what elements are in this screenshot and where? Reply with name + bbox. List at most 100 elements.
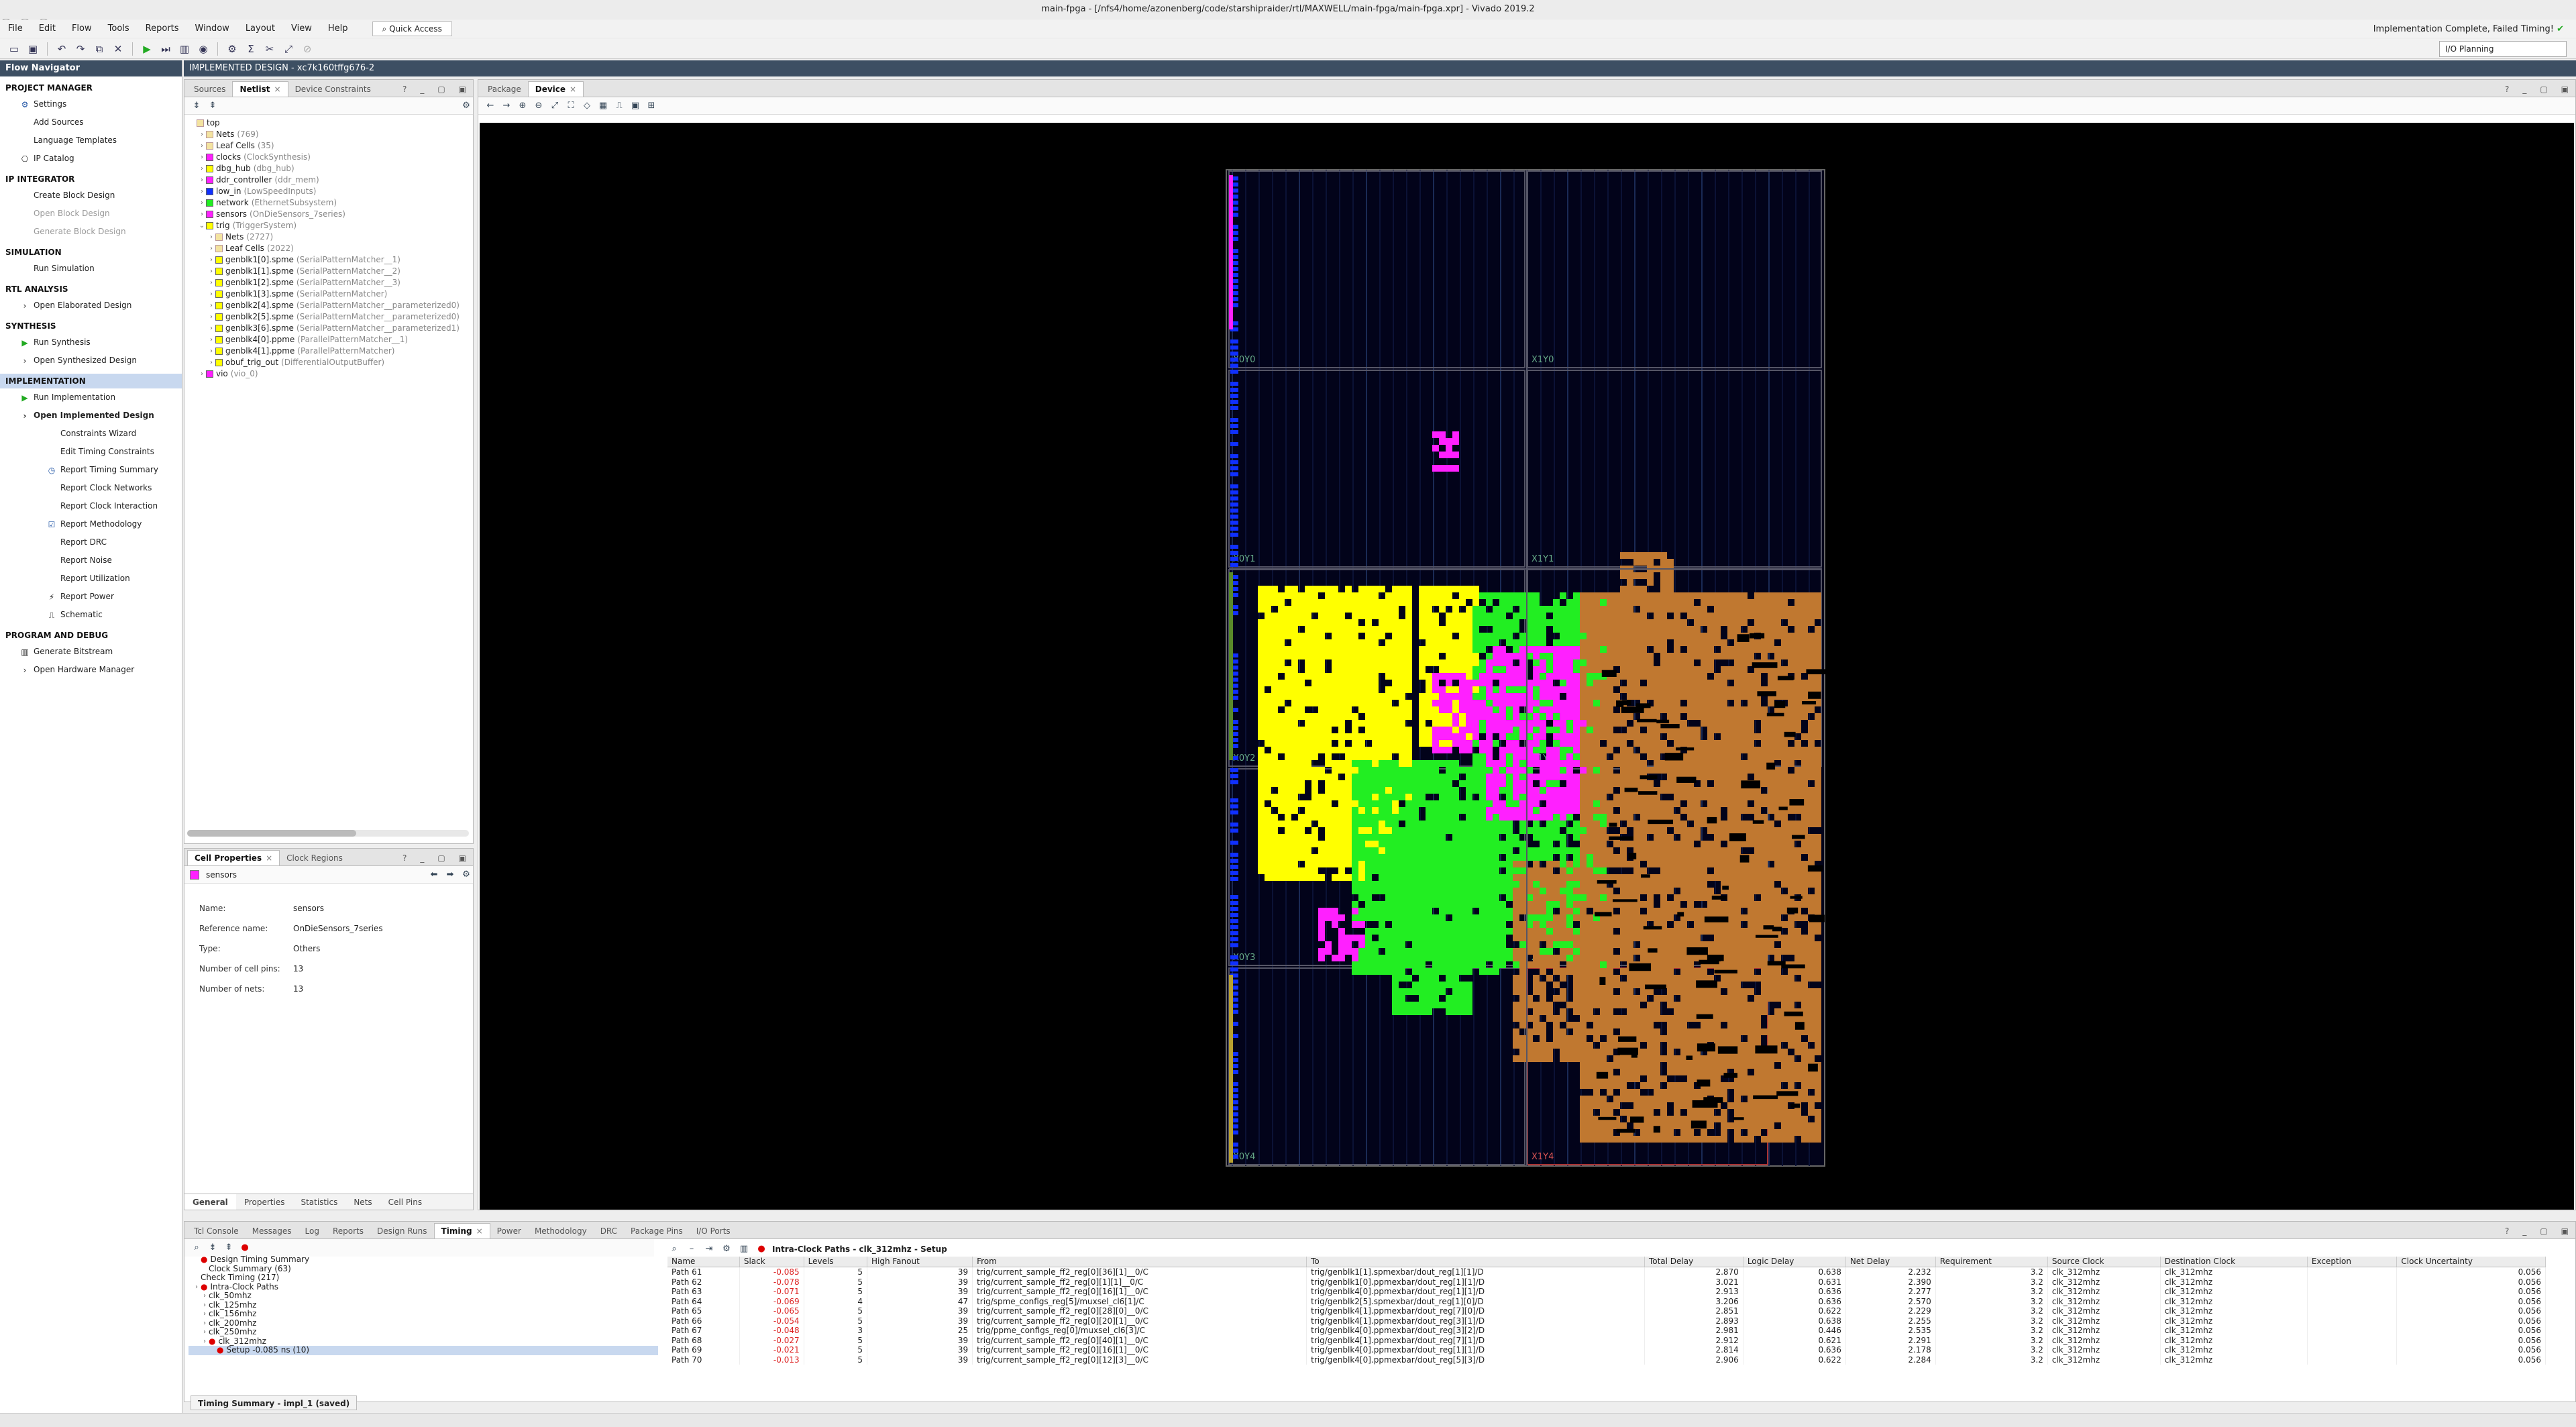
flow-item-settings[interactable]: ⚙ Settings	[0, 95, 182, 113]
expand-icon[interactable]: ›	[198, 140, 206, 152]
flow-section-4[interactable]: SYNTHESIS	[0, 319, 182, 333]
open-project-icon[interactable]: ▭	[7, 42, 21, 56]
netlist-node[interactable]: › genblk1[2].spme (SerialPatternMatcher__3…	[184, 277, 473, 288]
flow-item-edit-timing-constraints[interactable]: Edit Timing Constraints	[0, 443, 182, 461]
quick-access-search[interactable]: ⌕ Quick Access	[372, 21, 452, 36]
netlist-node[interactable]: › vio (vio_0)	[184, 368, 473, 380]
step-icon[interactable]: ⏭	[158, 42, 173, 56]
expand-icon[interactable]: ⌄	[198, 220, 206, 231]
menu-tools[interactable]: Tools	[100, 20, 138, 38]
flow-section-0[interactable]: PROJECT MANAGER	[0, 81, 182, 95]
disabled-icon[interactable]: ⊘	[300, 42, 315, 56]
forward-icon[interactable]: ➡	[443, 868, 457, 882]
flow-item-run-implementation[interactable]: ▶ Run Implementation	[0, 388, 182, 407]
netlist-node[interactable]: › genblk2[5].spme (SerialPatternMatcher__p…	[184, 311, 473, 323]
device-tab-device[interactable]: Device ×	[527, 81, 584, 97]
highlight-icon[interactable]: ▣	[629, 99, 642, 113]
help-icon[interactable]: ?	[2498, 82, 2516, 97]
expand-icon[interactable]: ›	[207, 231, 215, 243]
netlist-node[interactable]: › Leaf Cells (2022)	[184, 243, 473, 254]
device-canvas[interactable]: X0Y4X1Y4X0Y3X1Y3X0Y2X1Y2X0Y1X1Y1X0Y0X1Y0	[480, 123, 2574, 1210]
flow-item-language-templates[interactable]: Language Templates	[0, 131, 182, 150]
expand-icon[interactable]: ›	[198, 368, 206, 380]
zoom-fit-icon[interactable]: ⤢	[548, 99, 561, 113]
flow-section-1[interactable]: IP INTEGRATOR	[0, 172, 182, 187]
netlist-tab-netlist[interactable]: Netlist ×	[232, 81, 288, 97]
expand-icon[interactable]: ›	[207, 300, 215, 311]
help-icon[interactable]: ?	[396, 82, 413, 97]
program-icon[interactable]: ◉	[196, 42, 211, 56]
menu-window[interactable]: Window	[187, 20, 237, 38]
diamond-icon[interactable]: ◇	[580, 99, 594, 113]
route-icon[interactable]: ⤢	[281, 42, 296, 56]
back-icon[interactable]: ⬅	[427, 868, 441, 882]
netlist-tab-device-constraints[interactable]: Device Constraints	[288, 82, 378, 97]
expand-icon[interactable]: ›	[207, 311, 215, 323]
zoom-in-icon[interactable]: ⊕	[516, 99, 529, 113]
properties-tab[interactable]: Properties	[236, 1194, 293, 1210]
restore-icon[interactable]: ▢	[431, 82, 451, 97]
menu-reports[interactable]: Reports	[138, 20, 187, 38]
netlist-node[interactable]: › Leaf Cells (35)	[184, 140, 473, 152]
flow-section-5[interactable]: IMPLEMENTATION	[0, 374, 182, 388]
route-icon[interactable]: ⎍	[612, 99, 626, 113]
expand-icon[interactable]: ›	[198, 129, 206, 140]
netlist-node[interactable]: › sensors (OnDieSensors_7series)	[184, 209, 473, 220]
maximize-icon[interactable]: ▣	[452, 82, 473, 97]
redo-icon[interactable]: ↷	[73, 42, 88, 56]
minimize-icon[interactable]: _	[2516, 82, 2533, 97]
help-icon[interactable]: ?	[396, 851, 413, 865]
flow-item-report-timing-summary[interactable]: ◷ Report Timing Summary	[0, 461, 182, 479]
flow-item-report-clock-interaction[interactable]: Report Clock Interaction	[0, 497, 182, 515]
layout-select[interactable]: I/O Planning	[2439, 41, 2567, 57]
expand-icon[interactable]: ›	[198, 152, 206, 163]
delete-icon[interactable]: ✕	[111, 42, 125, 56]
close-icon[interactable]: ×	[570, 85, 576, 94]
expand-icon[interactable]: ›	[207, 277, 215, 288]
tools-icon[interactable]: ✂	[262, 42, 277, 56]
expand-icon[interactable]: ›	[198, 174, 206, 186]
flow-item-run-simulation[interactable]: Run Simulation	[0, 260, 182, 278]
properties-tab[interactable]: Cell Pins	[380, 1194, 430, 1210]
flow-item-report-drc[interactable]: Report DRC	[0, 533, 182, 551]
netlist-node[interactable]: › Nets (2727)	[184, 231, 473, 243]
flow-item-open-synthesized-design[interactable]: › Open Synthesized Design	[0, 352, 182, 370]
netlist-node[interactable]: › obuf_trig_out (DifferentialOutputBuffer)	[184, 357, 473, 368]
sigma-icon[interactable]: Σ	[244, 42, 258, 56]
menu-file[interactable]: File	[0, 20, 31, 38]
select-area-icon[interactable]: ⊞	[645, 99, 658, 113]
flow-item-report-utilization[interactable]: Report Utilization	[0, 570, 182, 588]
netlist-node[interactable]: › genblk1[0].spme (SerialPatternMatcher__1…	[184, 254, 473, 266]
gear-icon[interactable]: ⚙	[460, 868, 473, 882]
flow-section-2[interactable]: SIMULATION	[0, 245, 182, 260]
flow-section-6[interactable]: PROGRAM AND DEBUG	[0, 628, 182, 643]
flow-item-generate-bitstream[interactable]: ▥ Generate Bitstream	[0, 643, 182, 661]
netlist-node[interactable]: › dbg_hub (dbg_hub)	[184, 163, 473, 174]
horizontal-scrollbar[interactable]	[187, 830, 469, 837]
gear-icon[interactable]: ⚙	[460, 99, 473, 113]
flow-item-add-sources[interactable]: Add Sources	[0, 113, 182, 131]
restore-icon[interactable]: ▢	[2533, 82, 2554, 97]
expand-icon[interactable]: ›	[207, 334, 215, 346]
flow-item-report-clock-networks[interactable]: Report Clock Networks	[0, 479, 182, 497]
properties-tab[interactable]: Statistics	[292, 1194, 345, 1210]
flow-item-create-block-design[interactable]: Create Block Design	[0, 187, 182, 205]
menu-help[interactable]: Help	[320, 20, 356, 38]
flow-item-constraints-wizard[interactable]: Constraints Wizard	[0, 425, 182, 443]
settings-icon[interactable]: ⚙	[225, 42, 239, 56]
minimize-icon[interactable]: _	[413, 82, 431, 97]
close-icon[interactable]: ×	[266, 853, 272, 863]
netlist-node[interactable]: › genblk1[3].spme (SerialPatternMatcher)	[184, 288, 473, 300]
bitstream-icon[interactable]: ▥	[177, 42, 192, 56]
netlist-node[interactable]: › genblk4[1].ppme (ParallelPatternMatcher)	[184, 346, 473, 357]
properties-tab[interactable]: Nets	[345, 1194, 380, 1210]
expand-icon[interactable]: ›	[207, 288, 215, 300]
netlist-node[interactable]: › genblk2[4].spme (SerialPatternMatcher__p…	[184, 300, 473, 311]
expand-icon[interactable]: ›	[198, 186, 206, 197]
expand-icon[interactable]: ›	[207, 266, 215, 277]
netlist-tab-sources[interactable]: Sources	[187, 82, 232, 97]
flow-item-report-methodology[interactable]: ☑ Report Methodology	[0, 515, 182, 533]
expand-icon[interactable]: ›	[198, 163, 206, 174]
netlist-node[interactable]: › network (EthernetSubsystem)	[184, 197, 473, 209]
maximize-icon[interactable]: ▣	[452, 851, 473, 865]
